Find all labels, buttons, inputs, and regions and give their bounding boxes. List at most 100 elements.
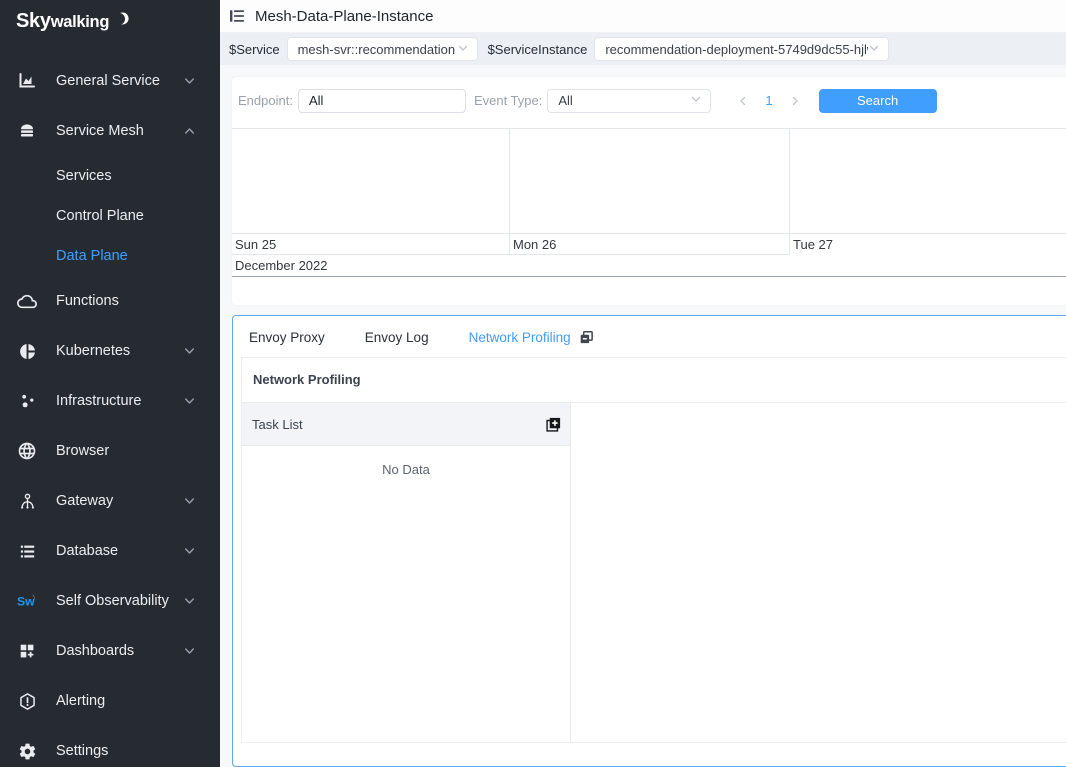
logo-text-walking: walking [51,13,109,32]
svg-text:Sw: Sw [17,595,35,609]
sidebar-item-label: Kubernetes [56,343,130,359]
prev-page-button[interactable] [731,95,755,107]
sidebar-menu: General Service Service Mesh Services Contr… [0,56,220,767]
chevron-down-icon [183,645,196,658]
tab-envoy-proxy[interactable]: Envoy Proxy [249,330,325,345]
sidebar-item-label: Alerting [56,693,105,709]
sidebar-item-label: Control Plane [56,208,144,224]
service-select[interactable]: mesh-svr::recommendation [287,37,478,61]
sidebar-item-control-plane[interactable]: Control Plane [0,196,220,236]
sidebar-item-browser[interactable]: Browser [0,426,220,476]
timeline-cell-day1[interactable] [232,129,510,233]
sidebar-item-label: General Service [56,73,160,89]
gateway-icon [17,491,37,511]
sidebar-item-label: Browser [56,443,109,459]
timeline-month-label: December 2022 [232,255,1066,277]
tabs-bar: Envoy Proxy Envoy Log Network Profiling [233,316,1066,357]
sidebar-item-label: Dashboards [56,643,134,659]
sidebar-item-label: Database [56,543,118,559]
add-task-button[interactable] [545,416,562,433]
globe-icon [17,441,37,461]
tab-envoy-log[interactable]: Envoy Log [365,330,429,345]
sidebar-item-label: Settings [56,743,108,759]
task-list-empty-state: No Data [242,446,570,477]
chevron-up-icon [183,125,196,138]
event-type-select-value: All [558,93,572,108]
pagination: 1 [731,93,806,108]
chevron-down-icon [183,75,196,88]
page-number[interactable]: 1 [755,93,782,108]
sidebar-item-infrastructure[interactable]: Infrastructure [0,376,220,426]
sidebar-item-label: Self Observability [56,593,169,609]
sidebar-item-alerting[interactable]: Alerting [0,676,220,726]
sidebar-item-functions[interactable]: Functions [0,276,220,326]
sidebar-item-label: Functions [56,293,119,309]
event-timeline: Sun 25 Mon 26 Tue 27 December 2022 [232,128,1066,277]
task-list-title: Task List [252,417,303,432]
sidebar-item-self-observability[interactable]: Sw Self Observability [0,576,220,626]
instance-tabs-panel: Envoy Proxy Envoy Log Network Profiling Ne… [232,315,1066,767]
sidebar-item-data-plane[interactable]: Data Plane [0,236,220,276]
chevron-down-icon [183,545,196,558]
sidebar-item-dashboards[interactable]: Dashboards [0,626,220,676]
chevron-down-icon [183,395,196,408]
sidebar-item-general-service[interactable]: General Service [0,56,220,106]
next-page-button[interactable] [783,95,807,107]
timeline-cell-day2[interactable] [510,129,790,233]
alert-icon [17,691,37,711]
widget-title: Network Profiling [242,358,1066,403]
main-area: Mesh-Data-Plane-Instance $Service mesh-s… [220,0,1066,767]
timeline-day-label: Mon 26 [510,234,790,255]
app-root: Skywalking General Service Service Mesh Se… [0,0,1066,767]
sidebar-item-services[interactable]: Services [0,156,220,196]
task-list-panel: Task List No Data [242,403,571,742]
event-type-label: Event Type: [474,93,542,108]
endpoint-label: Endpoint: [238,93,293,108]
service-label: $Service [229,42,280,57]
event-filter-row: Endpoint: Event Type: All 1 Search [232,77,1066,113]
database-icon [17,541,37,561]
endpoint-input[interactable] [298,89,466,113]
timeline-day-label: Tue 27 [790,234,1066,255]
events-card: Endpoint: Event Type: All 1 Search [232,77,1066,305]
profiling-detail-area [571,403,1066,742]
chevron-down-icon [183,345,196,358]
no-data-text: No Data [382,462,430,477]
task-list-header: Task List [242,403,570,446]
copy-icon[interactable] [579,330,594,345]
skywalking-logo[interactable]: Skywalking [0,0,220,48]
sidebar-item-gateway[interactable]: Gateway [0,476,220,526]
sidebar-item-label: Services [56,168,112,184]
sw-icon: Sw [17,591,37,611]
page-title: Mesh-Data-Plane-Instance [255,8,433,25]
dots-icon [17,391,37,411]
sidebar-item-settings[interactable]: Settings [0,726,220,767]
menu-fold-icon[interactable] [228,7,246,25]
tab-network-profiling[interactable]: Network Profiling [469,329,594,345]
timeline-cells [232,129,1066,234]
tab-label: Network Profiling [469,330,571,345]
chevron-down-icon [690,93,702,108]
variable-selectors-bar: $Service mesh-svr::recommendation $Servi… [220,33,1066,64]
sidebar-item-label: Data Plane [56,248,128,264]
timeline-cell-day3[interactable] [790,129,1066,233]
widget-body: Task List No Data [242,403,1066,742]
page-header: Mesh-Data-Plane-Instance [220,0,1066,33]
event-type-select[interactable]: All [547,89,711,113]
sidebar: Skywalking General Service Service Mesh Se… [0,0,220,767]
kubernetes-icon [17,341,37,361]
tab-label: Envoy Proxy [249,330,325,345]
service-instance-select-value: recommendation-deployment-5749d9dc55-hjl… [605,42,868,57]
sidebar-item-service-mesh[interactable]: Service Mesh [0,106,220,156]
network-profiling-widget: Network Profiling Task List [241,357,1066,743]
search-button[interactable]: Search [819,89,937,113]
chevron-down-icon [457,42,469,57]
chart-icon [17,71,37,91]
sidebar-item-kubernetes[interactable]: Kubernetes [0,326,220,376]
service-instance-select[interactable]: recommendation-deployment-5749d9dc55-hjl… [594,37,889,61]
chevron-down-icon [868,42,880,57]
gear-icon [17,741,37,761]
cloud-icon [17,291,37,311]
chevron-down-icon [183,595,196,608]
sidebar-item-database[interactable]: Database [0,526,220,576]
